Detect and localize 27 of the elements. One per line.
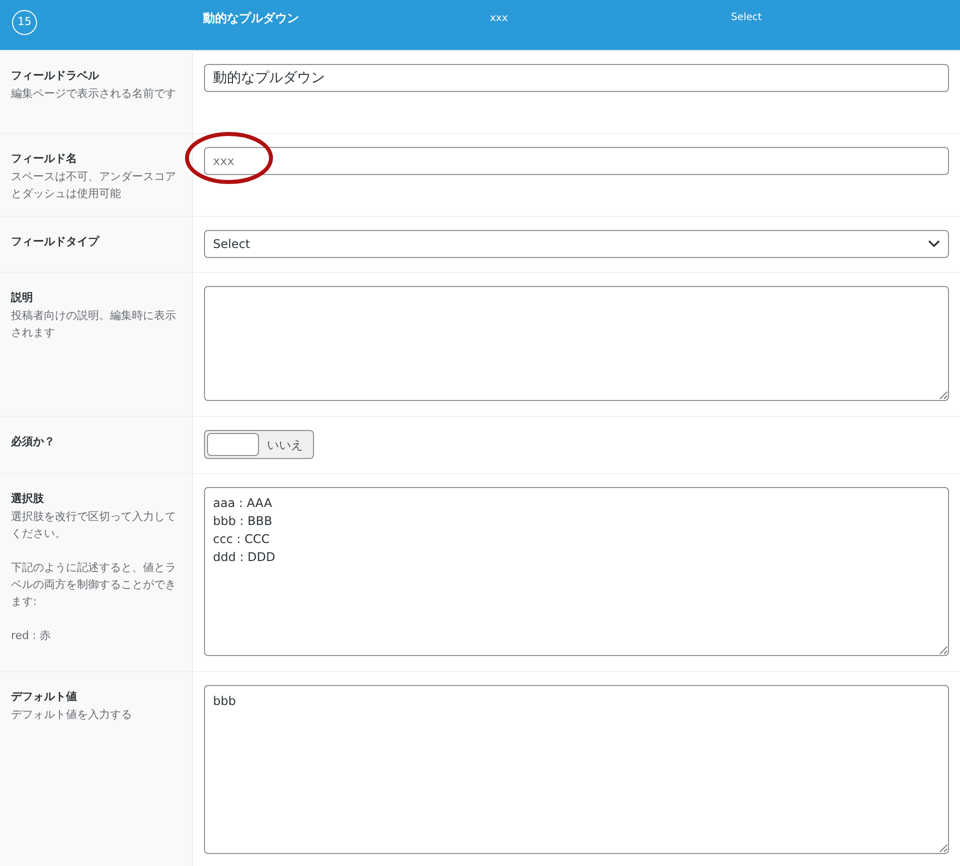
toggle-knob — [207, 433, 259, 456]
help-text: 投稿者向けの説明。編集時に表示されます — [11, 308, 177, 341]
header-name: xxx — [490, 12, 509, 26]
field-label: フィールドラベル — [11, 68, 100, 84]
header-label: 動的なプルダウン — [203, 10, 300, 27]
help-text: 下記のように記述すると、値とラベルの両方を制御することができます: — [11, 560, 177, 610]
chevron-down-icon — [928, 240, 940, 248]
toggle-switch[interactable]: いいえ — [204, 430, 314, 459]
help-text: red : 赤 — [11, 628, 52, 644]
order-badge: 15 — [12, 10, 37, 35]
header-type: Select — [731, 11, 762, 25]
text-field[interactable]: 動的なプルダウン — [204, 64, 949, 92]
field-label: 必須か？ — [11, 434, 56, 450]
field-label: デフォルト値 — [11, 689, 78, 705]
text-area[interactable] — [204, 286, 949, 401]
select-dropdown[interactable]: Select — [204, 230, 949, 258]
text-field[interactable]: xxx — [204, 147, 949, 175]
field-label: フィールド名 — [11, 151, 78, 167]
help-text: 選択肢を改行で区切って入力してください。 — [11, 509, 177, 542]
text-area[interactable]: bbb — [204, 685, 949, 854]
help-text: デフォルト値を入力する — [11, 707, 133, 723]
field-label: フィールドタイプ — [11, 234, 100, 250]
field-label: 選択肢 — [11, 491, 45, 507]
text-area[interactable]: aaa : AAA bbb : BBB ccc : CCC ddd : DDD — [204, 487, 949, 656]
field-label: 説明 — [11, 290, 34, 306]
help-text: スペースは不可、アンダースコアとダッシュは使用可能 — [11, 169, 177, 202]
help-text: 編集ページで表示される名前です — [11, 86, 177, 102]
